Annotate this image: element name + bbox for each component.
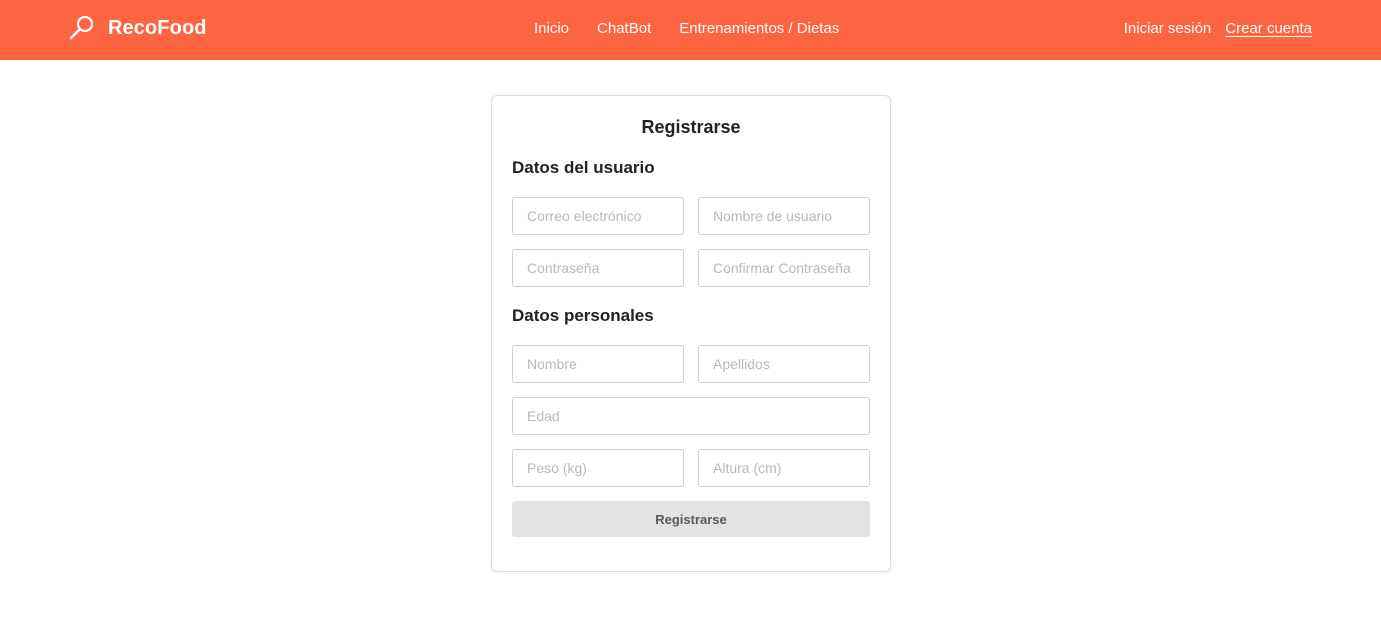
register-submit-button[interactable]: Registrarse — [512, 501, 870, 537]
name-input[interactable] — [512, 345, 684, 383]
height-input[interactable] — [698, 449, 870, 487]
register-card: Registrarse Datos del usuario Datos pers… — [491, 95, 891, 572]
nav-link-entrenamientos[interactable]: Entrenamientos / Dietas — [679, 20, 839, 37]
username-input[interactable] — [698, 197, 870, 235]
form-title: Registrarse — [641, 117, 741, 137]
auth-links: Iniciar sesión Crear cuenta — [1124, 20, 1312, 37]
email-input[interactable] — [512, 197, 684, 235]
main-nav: Inicio ChatBot Entrenamientos / Dietas — [534, 20, 839, 37]
surname-input[interactable] — [698, 345, 870, 383]
brand-logo[interactable]: RecoFood — [68, 14, 207, 42]
nav-link-chatbot[interactable]: ChatBot — [597, 20, 651, 37]
navbar: RecoFood Inicio ChatBot Entrenamientos /… — [0, 0, 1381, 60]
weight-input[interactable] — [512, 449, 684, 487]
personal-data-section-title: Datos personales — [512, 306, 654, 325]
login-link[interactable]: Iniciar sesión — [1124, 20, 1212, 37]
password-input[interactable] — [512, 249, 684, 287]
confirm-password-input[interactable] — [698, 249, 870, 287]
nav-link-inicio[interactable]: Inicio — [534, 20, 569, 37]
age-input[interactable] — [512, 397, 870, 435]
brand-name: RecoFood — [108, 16, 207, 39]
create-account-link[interactable]: Crear cuenta — [1225, 20, 1312, 37]
user-data-section-title: Datos del usuario — [512, 158, 655, 177]
search-icon — [69, 15, 94, 40]
